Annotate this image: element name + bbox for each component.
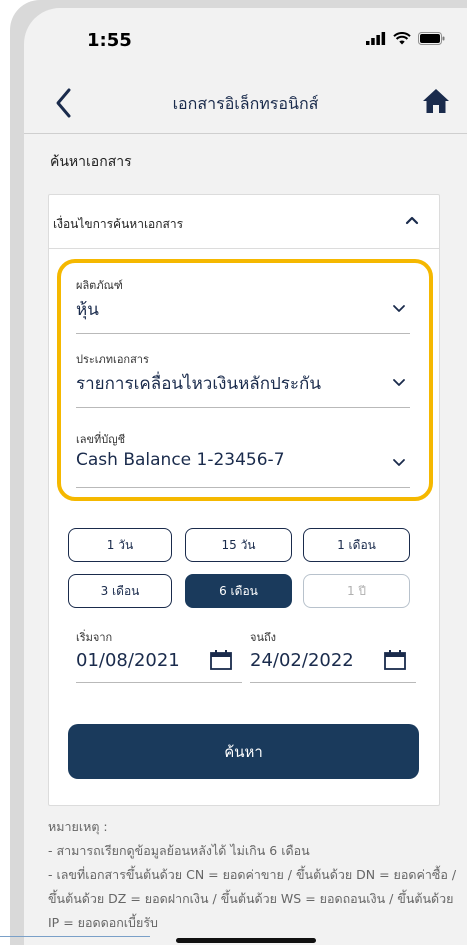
period-6-months-button[interactable]: 6 เดือน [185, 574, 292, 608]
doc-type-value: รายการเคลื่อนไหวเงินหลักประกัน [76, 374, 321, 394]
status-icons [366, 32, 445, 45]
doc-type-label: ประเภทเอกสาร [76, 353, 149, 366]
start-date-field[interactable]: เริ่มจาก 01/08/2021 [76, 628, 242, 683]
period-3-months-button[interactable]: 3 เดือน [68, 574, 172, 608]
notes-line-2: - เลขที่เอกสารขึ้นต้นด้วย CN = ยอดค่าขาย… [48, 867, 457, 930]
nav-bar: เอกสารอิเล็กทรอนิกส์ [24, 78, 467, 128]
notes-heading: หมายเหตุ : [48, 819, 108, 834]
home-indicator [176, 938, 316, 943]
page-title: เอกสารอิเล็กทรอนิกส์ [172, 94, 319, 113]
chevron-down-icon [393, 305, 405, 312]
product-label: ผลิตภัณฑ์ [76, 279, 123, 292]
account-select[interactable]: เลขที่บัญชี Cash Balance 1-23456-7 [76, 430, 410, 488]
period-1-year-button[interactable]: 1 ปี [303, 574, 410, 608]
end-date-label: จนถึง [250, 631, 276, 644]
signal-icon [366, 32, 386, 45]
section-title: ค้นหาเอกสาร [50, 154, 132, 170]
account-label: เลขที่บัญชี [76, 433, 126, 446]
notes-line-1: - สามารถเรียกดูข้อมูลย้อนหลังได้ ไม่เกิน… [48, 843, 310, 858]
back-arrow-icon[interactable] [52, 86, 76, 120]
period-15-days-button[interactable]: 15 วัน [185, 528, 292, 562]
doc-type-select[interactable]: ประเภทเอกสาร รายการเคลื่อนไหวเงินหลักประ… [76, 350, 410, 408]
calendar-icon[interactable] [210, 650, 232, 670]
phone-screen: 1:55 เอกสารอิเล็กทรอนิกส์ ค้นหาเอกสาร เง… [24, 8, 467, 945]
end-date-field[interactable]: จนถึง 24/02/2022 [250, 628, 416, 683]
search-button[interactable]: ค้นหา [68, 724, 419, 779]
calendar-icon[interactable] [384, 650, 406, 670]
account-value: Cash Balance 1-23456-7 [76, 450, 285, 470]
product-select[interactable]: ผลิตภัณฑ์ หุ้น [76, 276, 410, 334]
product-value: หุ้น [76, 300, 99, 320]
start-date-label: เริ่มจาก [76, 631, 113, 644]
status-time: 1:55 [87, 30, 132, 51]
edge-line [0, 936, 150, 937]
chevron-down-icon [393, 379, 405, 386]
criteria-header-label: เงื่อนไขการค้นหาเอกสาร [53, 217, 184, 231]
start-date-value: 01/08/2021 [76, 650, 180, 671]
chevron-up-icon [405, 216, 419, 225]
period-1-day-button[interactable]: 1 วัน [68, 528, 172, 562]
status-bar: 1:55 [24, 8, 467, 66]
notes: หมายเหตุ : - สามารถเรียกดูข้อมูลย้อนหลัง… [48, 815, 460, 935]
criteria-toggle[interactable]: เงื่อนไขการค้นหาเอกสาร [49, 195, 439, 249]
end-date-value: 24/02/2022 [250, 650, 354, 671]
chevron-down-icon [393, 459, 405, 466]
wifi-icon [393, 32, 411, 45]
period-1-month-button[interactable]: 1 เดือน [303, 528, 410, 562]
battery-icon [418, 32, 445, 45]
home-icon[interactable] [421, 86, 451, 116]
nav-divider [24, 133, 467, 134]
